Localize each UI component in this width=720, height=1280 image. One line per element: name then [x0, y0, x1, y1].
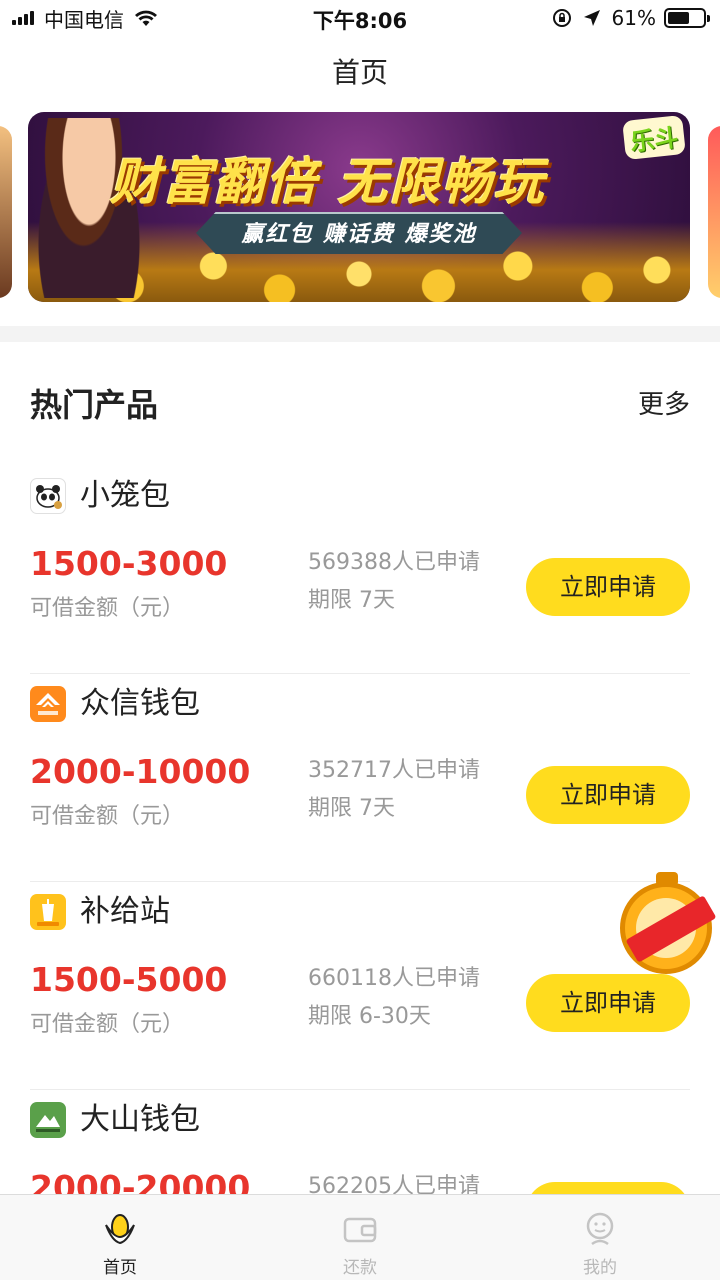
tab-profile[interactable]: 我的: [480, 1195, 720, 1280]
banner-carousel[interactable]: 财富翻倍 无限畅玩 乐斗 赢红包 赚话费 爆奖池: [0, 108, 720, 308]
wallet-icon: [343, 1217, 377, 1243]
loan-amount-label: 可借金额（元）: [30, 1012, 185, 1037]
loan-amount-label: 可借金额（元）: [30, 596, 185, 621]
loan-term: 期限 7天: [308, 588, 395, 613]
status-right: 61%: [552, 6, 710, 30]
product-name: 小笼包: [80, 478, 170, 513]
tab-label: 我的: [583, 1258, 617, 1278]
page-title: 首页: [331, 56, 388, 89]
banner-logo: 乐斗: [622, 114, 686, 161]
battery-percent: 61%: [611, 6, 656, 30]
banner-title: 财富翻倍 无限畅玩: [110, 153, 546, 211]
applicant-count: 660118人已申请: [308, 966, 480, 991]
applicant-count: 569388人已申请: [308, 550, 480, 575]
nav-bar: 首页: [0, 38, 720, 108]
apply-button[interactable]: 立即申请: [526, 974, 690, 1032]
tab-repay[interactable]: 还款: [240, 1195, 480, 1280]
applicant-count: 352717人已申请: [308, 758, 480, 783]
product-item[interactable]: 小笼包 1500-3000 可借金额（元） 569388人已申请 期限 7天 立…: [30, 466, 690, 674]
drink-cup-icon: [30, 894, 66, 930]
tab-label: 还款: [343, 1258, 377, 1278]
section-title: 热门产品: [30, 386, 159, 424]
banner-prev-card[interactable]: [0, 126, 12, 298]
mountain-icon: [30, 1102, 66, 1138]
location-arrow-icon: [583, 10, 600, 26]
section-divider: [0, 326, 720, 342]
zhongxin-logo-icon: [30, 686, 66, 722]
red-packet-float-button[interactable]: [620, 872, 717, 974]
banner-next-card[interactable]: [708, 126, 720, 298]
apply-button[interactable]: 立即申请: [526, 766, 690, 824]
status-bar: 中国电信 下午8:06 61%: [0, 0, 720, 38]
product-name: 大山钱包: [80, 1102, 200, 1137]
loan-amount: 1500-3000: [30, 544, 228, 583]
more-link[interactable]: 更多: [638, 384, 690, 421]
battery-fill: [668, 12, 689, 24]
loan-term: 期限 6-30天: [308, 1004, 431, 1029]
loan-amount-label: 可借金额（元）: [30, 804, 185, 829]
apply-button[interactable]: 立即申请: [526, 558, 690, 616]
panda-icon: [30, 478, 66, 514]
profile-icon: [586, 1212, 614, 1246]
home-corn-icon: [105, 1214, 135, 1245]
product-item[interactable]: 补给站 1500-5000 可借金额（元） 660118人已申请 期限 6-30…: [30, 882, 690, 1090]
tab-home[interactable]: 首页: [0, 1195, 240, 1280]
loan-term: 期限 7天: [308, 796, 395, 821]
loan-amount: 1500-5000: [30, 960, 228, 999]
product-item[interactable]: 众信钱包 2000-10000 可借金额（元） 352717人已申请 期限 7天…: [30, 674, 690, 882]
product-name: 众信钱包: [80, 686, 200, 721]
battery-icon: [664, 8, 710, 28]
rotation-lock-icon: [552, 9, 571, 27]
banner-card[interactable]: 财富翻倍 无限畅玩 乐斗 赢红包 赚话费 爆奖池: [28, 112, 690, 302]
tab-label: 首页: [103, 1258, 137, 1278]
product-name: 补给站: [80, 894, 170, 929]
tab-bar: 首页 还款 我的: [0, 1194, 720, 1280]
banner-subtitle: 赢红包 赚话费 爆奖池: [196, 212, 522, 254]
loan-amount: 2000-10000: [30, 752, 251, 791]
section-header: 热门产品 更多: [30, 342, 690, 462]
